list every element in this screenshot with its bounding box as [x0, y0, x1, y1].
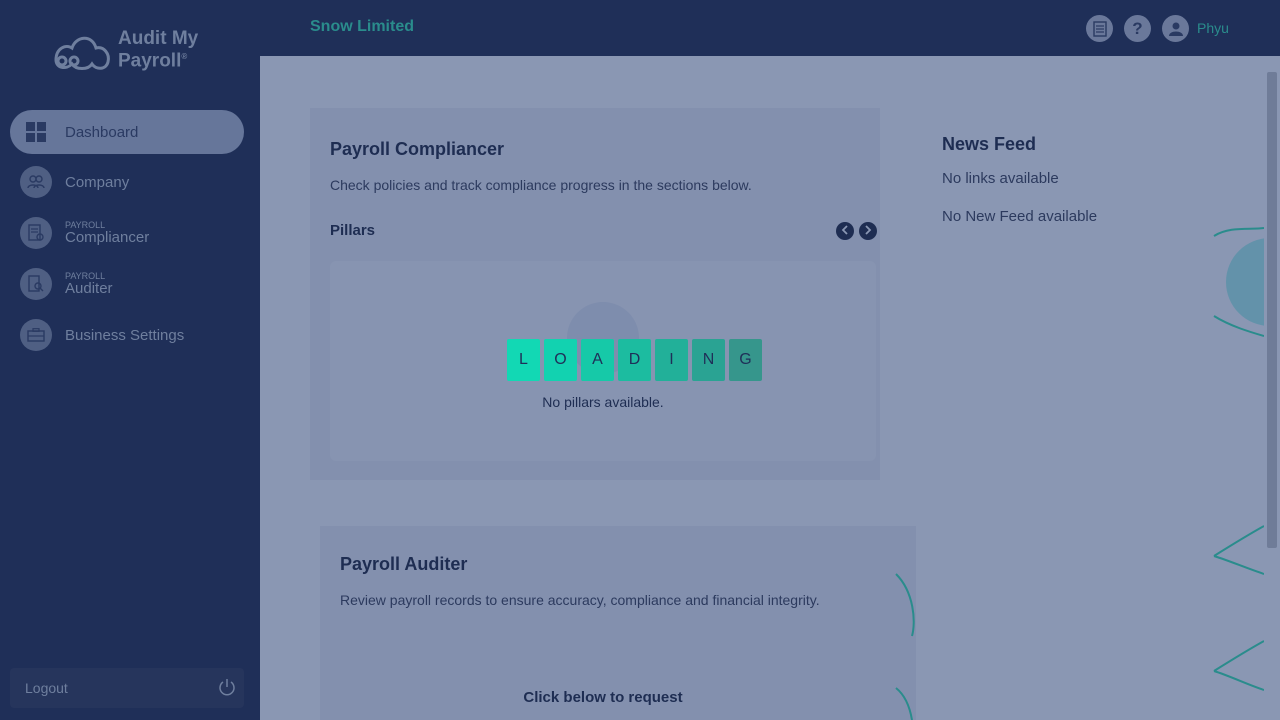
scroll-thumb[interactable]: [1267, 72, 1277, 548]
logout-button[interactable]: Logout: [10, 668, 244, 708]
loading-letter-tile: O: [544, 339, 577, 381]
help-icon[interactable]: ?: [1124, 15, 1151, 42]
loading-letter-tile: D: [618, 339, 651, 381]
sidebar-item-compliancer[interactable]: PAYROLL Compliancer: [10, 211, 244, 255]
top-header: Snow Limited ? Phyu: [260, 0, 1280, 56]
logo-line1: Audit My: [118, 27, 199, 49]
app-logo[interactable]: Audit My Payroll®: [52, 28, 198, 72]
briefcase-icon: [20, 319, 52, 351]
compliancer-title: Payroll Compliancer: [330, 139, 505, 159]
request-prompt[interactable]: Click below to request: [520, 689, 686, 706]
people-icon: [20, 166, 52, 198]
loading-letter-tile: I: [655, 339, 688, 381]
logo-text: Audit My Payroll®: [118, 27, 199, 72]
sidebar-item-auditer[interactable]: PAYROLL Auditer: [10, 262, 244, 306]
decorative-arc: [895, 573, 915, 720]
loading-letter-tile: L: [507, 339, 540, 381]
sidebar-item-label: Business Settings: [65, 326, 185, 344]
pillars-next-button[interactable]: [859, 222, 877, 240]
main-scrollbar[interactable]: [1264, 56, 1280, 720]
sidebar-item-dashboard[interactable]: Dashboard: [10, 110, 244, 154]
power-icon: [218, 678, 236, 699]
no-links-message: No links available: [942, 170, 1059, 187]
sidebar-item-label: Company: [65, 173, 130, 191]
help-glyph: ?: [1132, 18, 1143, 38]
auditer-title: Payroll Auditer: [340, 554, 468, 574]
report-icon[interactable]: [1086, 15, 1113, 42]
chevron-right-icon: [864, 224, 872, 238]
loading-letter-tile: A: [581, 339, 614, 381]
sidebar-item-business-settings[interactable]: Business Settings: [10, 313, 244, 357]
dashboard-grid-icon: [20, 116, 52, 148]
logo-registered-mark: ®: [181, 51, 188, 61]
no-pillars-message: No pillars available.: [542, 394, 664, 410]
news-feed-title: News Feed: [942, 134, 1037, 154]
user-avatar-icon[interactable]: [1162, 15, 1189, 42]
sidebar-item-label: Auditer: [65, 280, 113, 297]
sidebar-item-label: Dashboard: [65, 123, 139, 141]
no-feed-message: No New Feed available: [942, 208, 1098, 225]
pillars-prev-button[interactable]: [836, 222, 854, 240]
loading-letter-tile: N: [692, 339, 725, 381]
sidebar-item-company[interactable]: Company: [10, 160, 244, 204]
pillars-label: Pillars: [330, 222, 376, 239]
sidebar-item-label: Compliancer: [65, 229, 150, 246]
user-name[interactable]: Phyu: [1197, 20, 1229, 36]
loading-indicator: LOADING: [507, 339, 762, 381]
logo-line2: Payroll: [118, 50, 182, 72]
logo-icon: [54, 36, 110, 70]
audit-search-icon: [20, 268, 52, 300]
main-content: Payroll Compliancer Check policies and t…: [260, 56, 1264, 720]
auditer-subtitle: Review payroll records to ensure accurac…: [340, 592, 820, 608]
loading-letter-tile: G: [729, 339, 762, 381]
sidebar: Audit My Payroll® Dashboard Company PAYR…: [0, 0, 260, 720]
company-name[interactable]: Snow Limited: [310, 18, 414, 36]
decorative-curves: [1213, 227, 1264, 691]
logout-label: Logout: [25, 680, 68, 696]
chevron-left-icon: [841, 224, 849, 238]
compliancer-subtitle: Check policies and track compliance prog…: [330, 177, 752, 193]
compliance-document-icon: [20, 217, 52, 249]
